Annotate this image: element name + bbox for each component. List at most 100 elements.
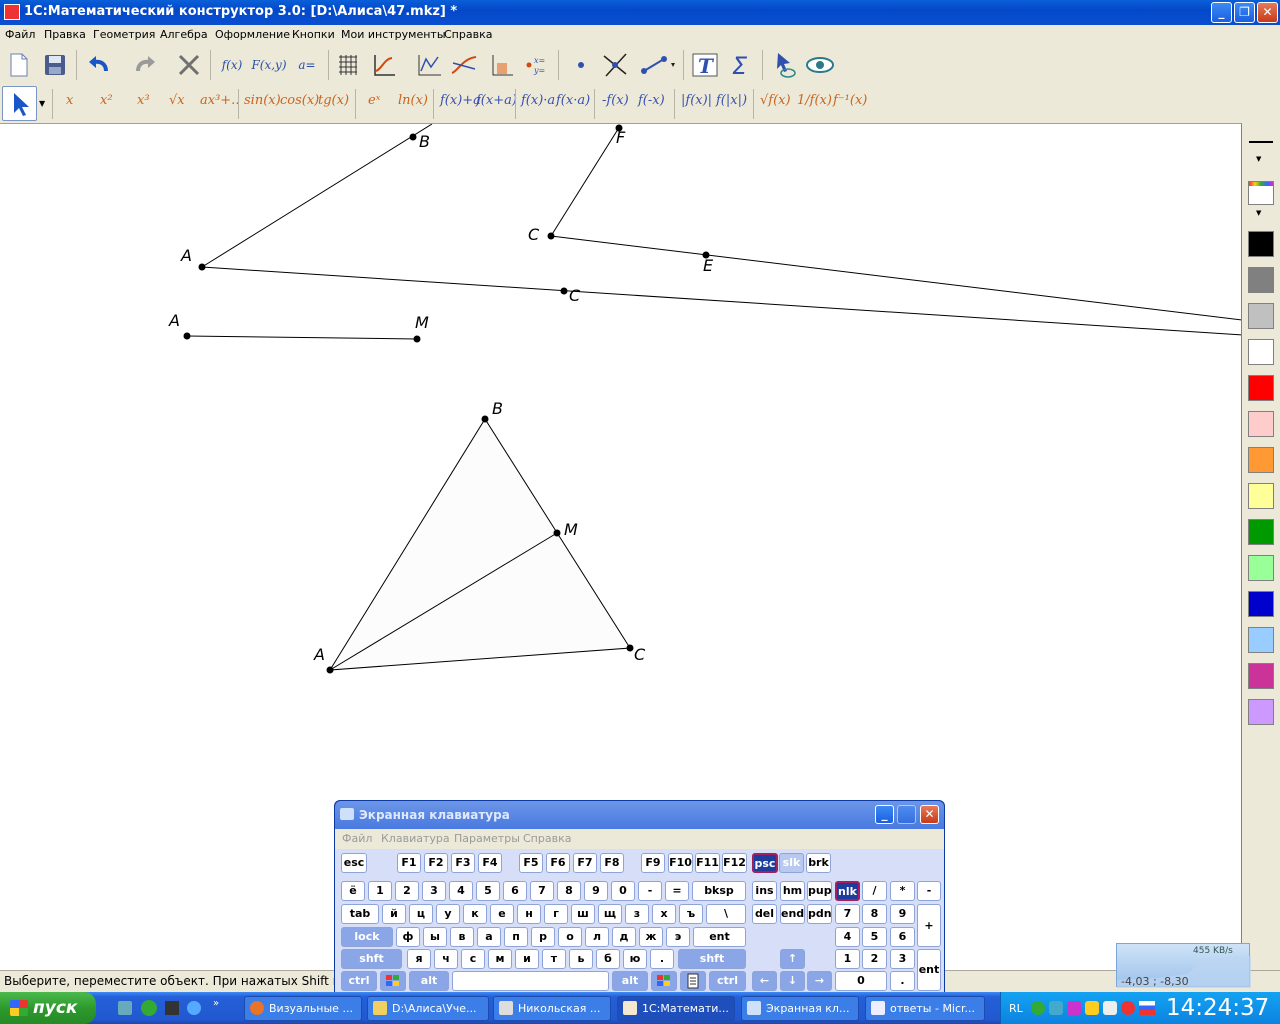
menu-edit[interactable]: Правка <box>44 28 86 41</box>
parameter-button[interactable]: a= <box>292 50 322 80</box>
func-reflect-x[interactable]: -f(x) <box>602 93 629 108</box>
key-f12[interactable]: F12 <box>722 853 747 873</box>
taskbar-item[interactable]: Экранная кл... <box>741 996 859 1021</box>
key-letter[interactable]: е <box>490 904 514 924</box>
func-abs[interactable]: |f(x)| <box>681 93 712 108</box>
key-letter[interactable]: н <box>517 904 541 924</box>
point-B-triangle[interactable] <box>481 415 489 423</box>
taskbar-item[interactable]: Никольская ... <box>493 996 611 1021</box>
osk-menu-keyboard[interactable]: Клавиатура <box>381 832 450 845</box>
key-letter[interactable]: з <box>625 904 649 924</box>
point-A-triangle[interactable] <box>326 666 334 674</box>
key-3[interactable]: 3 <box>422 881 446 901</box>
key-psc[interactable]: psc <box>752 853 778 873</box>
triangle-ABC[interactable] <box>329 418 631 671</box>
start-button[interactable]: пуск <box>0 992 96 1024</box>
func-exp[interactable]: eˣ <box>368 93 380 108</box>
key-win-left[interactable] <box>380 971 406 991</box>
key-arrow-right[interactable]: → <box>807 971 832 991</box>
key-num-9[interactable]: 9 <box>890 904 915 924</box>
func-sqrt[interactable]: √x <box>169 93 185 108</box>
key-equals[interactable]: = <box>665 881 689 901</box>
key-num-multiply[interactable]: * <box>890 881 915 901</box>
taskbar-item[interactable]: ответы - Micr... <box>865 996 985 1021</box>
key-f1[interactable]: F1 <box>397 853 421 873</box>
key-esc[interactable]: esc <box>341 853 367 873</box>
chevron-down-icon[interactable]: ▼ <box>1256 155 1261 163</box>
quicklaunch-windows-icon[interactable] <box>165 1001 179 1015</box>
key-num-0[interactable]: 0 <box>835 971 887 991</box>
func-cos[interactable]: cos(x) <box>280 93 319 108</box>
undo-icon[interactable] <box>84 50 114 80</box>
func-stretch-x[interactable]: f(x·a) <box>556 93 590 108</box>
color-swatch[interactable] <box>1248 627 1274 653</box>
key-letter[interactable]: о <box>558 927 582 947</box>
window-title-bar[interactable]: 1С:Математический конструктор 3.0: [D:\А… <box>0 0 1280 25</box>
osk-menu-options[interactable]: Параметры <box>454 832 520 845</box>
quicklaunch-utorrent-icon[interactable] <box>141 1000 157 1016</box>
color-swatch[interactable] <box>1248 303 1274 329</box>
key-space[interactable] <box>452 971 609 991</box>
menu-my-tools[interactable]: Мои инструменты <box>341 28 446 41</box>
key-letter[interactable]: к <box>463 904 487 924</box>
key-period[interactable]: . <box>650 949 674 969</box>
key-capslock[interactable]: lock <box>341 927 393 947</box>
menu-help[interactable]: Справка <box>444 28 492 41</box>
language-indicator[interactable]: RL <box>1009 1002 1023 1015</box>
function-button[interactable]: f(x) <box>217 50 247 80</box>
color-swatch[interactable] <box>1248 591 1274 617</box>
key-letter[interactable]: п <box>504 927 528 947</box>
key-win-right[interactable] <box>651 971 677 991</box>
tray-network-icon[interactable] <box>1049 1001 1063 1015</box>
color-swatch[interactable] <box>1248 483 1274 509</box>
osk-close-button[interactable]: ✕ <box>920 805 939 824</box>
key-shift-left[interactable]: shft <box>341 949 402 969</box>
minimize-button[interactable]: _ <box>1211 2 1232 23</box>
key-letter[interactable]: э <box>666 927 690 947</box>
tray-utorrent-icon[interactable] <box>1031 1001 1045 1015</box>
select-tool-button[interactable] <box>2 86 37 121</box>
menu-geometry[interactable]: Геометрия <box>93 28 155 41</box>
key-slk[interactable]: slk <box>779 853 804 873</box>
key-letter[interactable]: у <box>436 904 460 924</box>
axes-icon[interactable] <box>369 50 399 80</box>
key-f10[interactable]: F10 <box>668 853 693 873</box>
func-x2[interactable]: x² <box>100 93 113 108</box>
func-reciprocal[interactable]: 1/f(x) <box>797 93 832 108</box>
key-letter[interactable]: й <box>382 904 406 924</box>
key-1[interactable]: 1 <box>368 881 392 901</box>
point-M-triangle[interactable] <box>553 529 561 537</box>
redo-icon[interactable] <box>130 50 160 80</box>
parametric-icon[interactable]: x= y= <box>521 50 551 80</box>
key-f4[interactable]: F4 <box>478 853 502 873</box>
key-f6[interactable]: F6 <box>546 853 570 873</box>
key-f7[interactable]: F7 <box>573 853 597 873</box>
segment-AB-top[interactable] <box>201 124 433 268</box>
restore-button[interactable]: ❐ <box>1234 2 1255 23</box>
key-yo[interactable]: ё <box>341 881 365 901</box>
osk-title-bar[interactable]: Экранная клавиатура _ ✕ <box>335 801 944 829</box>
key-letter[interactable]: ж <box>639 927 663 947</box>
point-A-top[interactable] <box>198 263 206 271</box>
key-letter[interactable]: ф <box>396 927 420 947</box>
key-brk[interactable]: brk <box>806 853 831 873</box>
network-meter-widget[interactable]: 455 KB/s -4,03 ; -8,30 <box>1116 943 1251 988</box>
key-letter[interactable]: ч <box>434 949 458 969</box>
osk-menu-file[interactable]: Файл <box>342 832 372 845</box>
key-shift-right[interactable]: shft <box>678 949 746 969</box>
key-7[interactable]: 7 <box>530 881 554 901</box>
segment-CF[interactable] <box>550 125 621 237</box>
key-letter[interactable]: г <box>544 904 568 924</box>
taskbar-item[interactable]: 1С:Математи... <box>617 996 735 1021</box>
point-B-top[interactable] <box>409 133 417 141</box>
key-numlock[interactable]: nlk <box>835 881 860 901</box>
integral-area-icon[interactable] <box>487 50 517 80</box>
color-swatch[interactable] <box>1248 447 1274 473</box>
key-ctrl-right[interactable]: ctrl <box>709 971 746 991</box>
menu-algebra[interactable]: Алгебра <box>160 28 208 41</box>
key-letter[interactable]: я <box>407 949 431 969</box>
func-abs-arg[interactable]: f(|x|) <box>716 93 747 108</box>
implicit-function-button[interactable]: F(x,y) <box>251 50 287 80</box>
key-num-6[interactable]: 6 <box>890 927 915 947</box>
color-swatch[interactable] <box>1248 555 1274 581</box>
